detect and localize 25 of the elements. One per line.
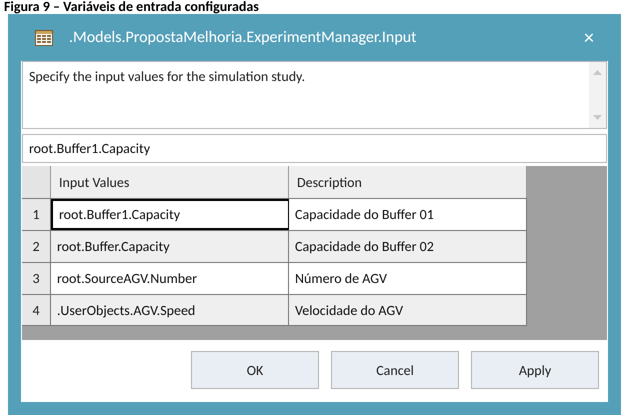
table-cell[interactable]: root.Buffer.Capacity	[51, 231, 289, 262]
dialog-button[interactable]: OK	[191, 351, 319, 389]
table-cell[interactable]: root.SourceAGV.Number	[51, 263, 289, 294]
table-cell: Número de AGV	[289, 263, 527, 294]
row-header[interactable]: 3	[22, 263, 51, 294]
scroll-down-icon[interactable]	[593, 115, 602, 120]
scroll-up-icon[interactable]	[593, 70, 602, 75]
description-text: Specify the input values for the simulation study.	[28, 67, 306, 87]
table-cell: Capacidade do Buffer 01	[289, 199, 527, 230]
window-title: .Models.PropostaMelhoria.ExperimentManager.Input	[69, 26, 418, 48]
table-cell: Capacidade do Buffer 02	[289, 231, 527, 262]
value-field[interactable]: root.Buffer1.Capacity	[22, 134, 607, 163]
dialog-button[interactable]: Cancel	[331, 351, 459, 389]
column-header[interactable]: Description	[289, 166, 527, 198]
table-cell: Velocidade do AGV	[289, 295, 527, 325]
row-header[interactable]: 1	[22, 199, 51, 230]
figure-caption: Figura 9 – Variáveis de entrada configuradas	[3, 0, 260, 14]
row-header[interactable]: 4	[22, 295, 51, 325]
scrollbar[interactable]	[589, 62, 606, 128]
dialog-button[interactable]: Apply	[471, 351, 599, 389]
table-icon	[35, 30, 53, 46]
column-header[interactable]: Input Values	[51, 166, 289, 198]
table-cell[interactable]: .UserObjects.AGV.Speed	[51, 295, 289, 325]
row-header[interactable]: 2	[22, 231, 51, 262]
table-cell[interactable]: root.Buffer1.Capacity	[51, 199, 289, 230]
